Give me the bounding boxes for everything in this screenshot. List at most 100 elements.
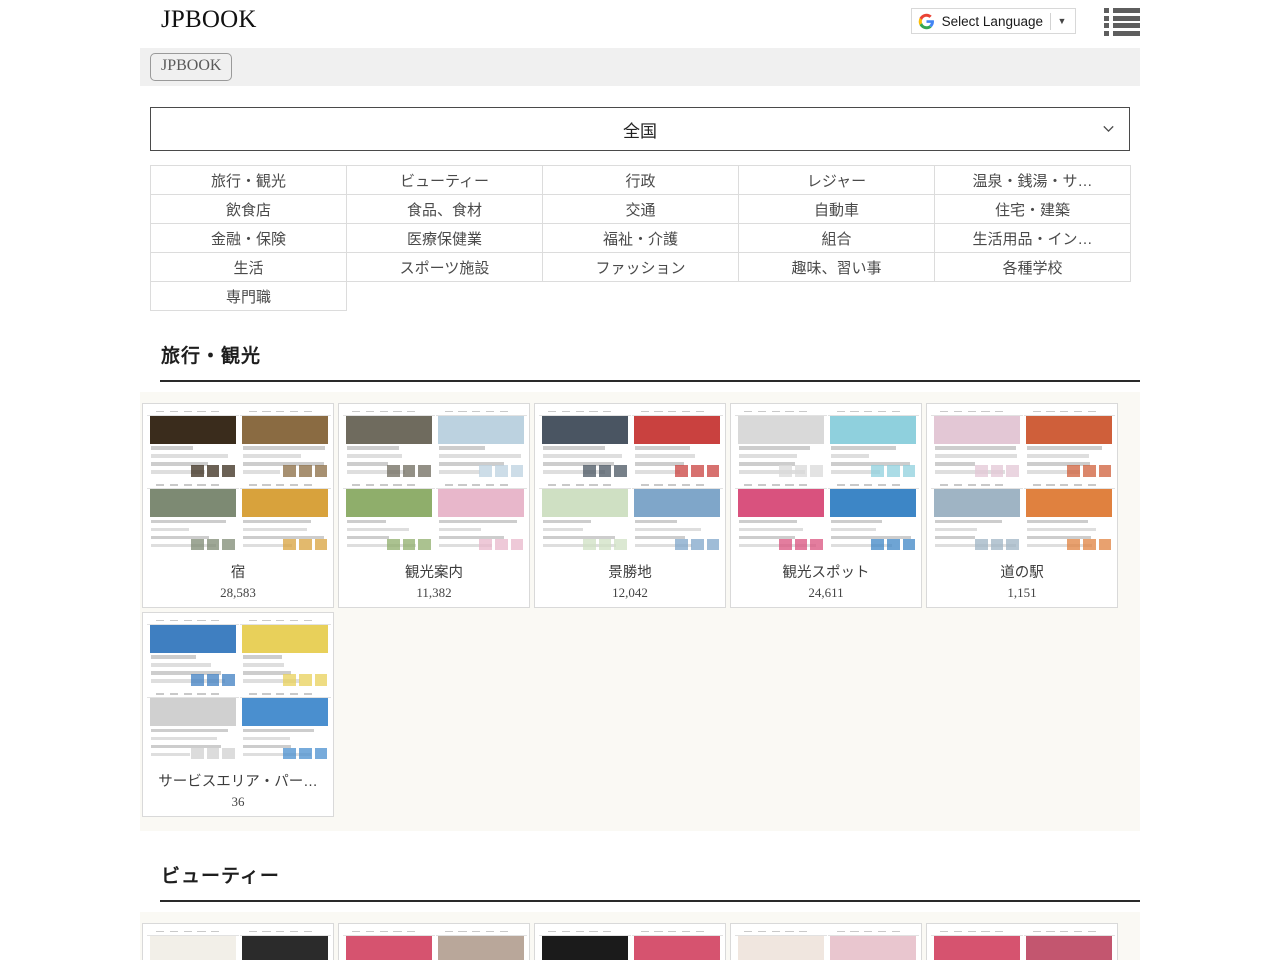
- card-thumbnail: [632, 928, 724, 960]
- category-cell[interactable]: 生活用品・イン…: [935, 224, 1131, 253]
- breadcrumb: JPBOOK: [140, 48, 1140, 86]
- sections-root: 旅行・観光宿28,583観光案内11,382景勝地12,042観光スポット24,…: [0, 311, 1280, 960]
- thumbnail-website-preview: [1024, 482, 1116, 555]
- thumbnail-website-preview: [240, 482, 332, 555]
- card-thumbnail: [147, 691, 239, 764]
- category-card[interactable]: [142, 923, 334, 960]
- thumbnail-website-preview: [436, 928, 528, 960]
- category-cell[interactable]: 交通: [543, 195, 739, 224]
- card-title: 景勝地: [539, 561, 721, 582]
- category-cell[interactable]: ファッション: [543, 253, 739, 282]
- thumbnail-website-preview: [147, 617, 239, 690]
- category-cell[interactable]: 食品、食材: [347, 195, 543, 224]
- thumbnail-website-preview: [931, 408, 1023, 481]
- card-thumbnail: [1024, 482, 1116, 555]
- category-section: ビューティー: [0, 831, 1280, 960]
- card-thumbnail: [735, 482, 827, 555]
- category-card[interactable]: サービスエリア・パー…36: [142, 612, 334, 817]
- category-card[interactable]: [338, 923, 530, 960]
- category-card[interactable]: 道の駅1,151: [926, 403, 1118, 608]
- card-thumbnail: [343, 928, 435, 960]
- category-row: 旅行・観光ビューティー行政レジャー温泉・銭湯・サ…: [151, 166, 1131, 195]
- category-cell[interactable]: 趣味、習い事: [739, 253, 935, 282]
- card-thumbnail: [240, 617, 332, 690]
- card-thumbnail: [436, 482, 528, 555]
- card-thumbnail: [240, 482, 332, 555]
- card-thumbnail: [931, 482, 1023, 555]
- card-thumbnail: [343, 408, 435, 481]
- category-cell[interactable]: 専門職: [151, 282, 347, 311]
- page-root: JPBOOK Select Language ▼: [0, 0, 1280, 960]
- section-divider: [160, 900, 1140, 902]
- region-select-value: 全国: [623, 117, 657, 142]
- thumbnail-website-preview: [828, 928, 920, 960]
- translate-caret-icon[interactable]: ▼: [1051, 8, 1073, 34]
- menu-square: [1104, 23, 1109, 28]
- thumbnail-website-preview: [735, 408, 827, 481]
- category-table-wrap: 旅行・観光ビューティー行政レジャー温泉・銭湯・サ…飲食店食品、食材交通自動車住宅…: [0, 151, 1280, 311]
- menu-bar: [1113, 23, 1140, 28]
- category-card[interactable]: [926, 923, 1118, 960]
- category-section: 旅行・観光宿28,583観光案内11,382景勝地12,042観光スポット24,…: [0, 311, 1280, 831]
- thumbnail-website-preview: [632, 408, 724, 481]
- category-cell[interactable]: 各種学校: [935, 253, 1131, 282]
- category-cell[interactable]: 生活: [151, 253, 347, 282]
- category-card[interactable]: [730, 923, 922, 960]
- thumbnail-website-preview: [735, 482, 827, 555]
- thumbnail-website-preview: [931, 928, 1023, 960]
- site-brand[interactable]: JPBOOK: [161, 6, 257, 34]
- card-count: 1,151: [931, 585, 1113, 601]
- thumbnail-website-preview: [147, 408, 239, 481]
- category-card[interactable]: 宿28,583: [142, 403, 334, 608]
- menu-row: [1104, 31, 1140, 36]
- category-table: 旅行・観光ビューティー行政レジャー温泉・銭湯・サ…飲食店食品、食材交通自動車住宅…: [150, 165, 1131, 311]
- menu-row: [1104, 16, 1140, 21]
- list-menu-icon[interactable]: [1104, 6, 1140, 36]
- category-cell[interactable]: 福祉・介護: [543, 224, 739, 253]
- card-thumbnail: [343, 482, 435, 555]
- menu-bar: [1113, 8, 1140, 13]
- card-thumbnail-grid: [735, 928, 919, 960]
- category-cell-empty: [739, 282, 935, 311]
- region-select[interactable]: 全国: [150, 107, 1130, 151]
- region-select-wrap: 全国: [0, 86, 1280, 151]
- category-cell[interactable]: 行政: [543, 166, 739, 195]
- thumbnail-website-preview: [436, 408, 528, 481]
- category-card[interactable]: 景勝地12,042: [534, 403, 726, 608]
- category-cell[interactable]: 飲食店: [151, 195, 347, 224]
- category-cell-empty: [935, 282, 1131, 311]
- thumbnail-website-preview: [1024, 408, 1116, 481]
- breadcrumb-item-jpbook[interactable]: JPBOOK: [150, 53, 232, 80]
- category-cell[interactable]: ビューティー: [347, 166, 543, 195]
- card-count: 24,611: [735, 585, 917, 601]
- menu-square: [1104, 8, 1109, 13]
- card-count: 36: [147, 794, 329, 810]
- category-card[interactable]: [534, 923, 726, 960]
- category-cell[interactable]: スポーツ施設: [347, 253, 543, 282]
- thumbnail-website-preview: [240, 928, 332, 960]
- google-translate-widget[interactable]: Select Language ▼: [911, 8, 1076, 34]
- thumbnail-website-preview: [1024, 928, 1116, 960]
- thumbnail-website-preview: [240, 408, 332, 481]
- category-cell[interactable]: 組合: [739, 224, 935, 253]
- category-cell[interactable]: レジャー: [739, 166, 935, 195]
- card-thumbnail: [240, 928, 332, 960]
- card-thumbnail: [735, 928, 827, 960]
- category-cell[interactable]: 医療保健業: [347, 224, 543, 253]
- card-thumbnail-grid: [735, 408, 919, 554]
- category-cell[interactable]: 旅行・観光: [151, 166, 347, 195]
- card-thumbnail: [539, 928, 631, 960]
- category-card[interactable]: 観光スポット24,611: [730, 403, 922, 608]
- category-cell[interactable]: 温泉・銭湯・サ…: [935, 166, 1131, 195]
- card-thumbnail-grid: [931, 408, 1115, 554]
- category-cell[interactable]: 自動車: [739, 195, 935, 224]
- card-grid: [140, 912, 1140, 960]
- category-cell[interactable]: 金融・保険: [151, 224, 347, 253]
- thumbnail-website-preview: [931, 482, 1023, 555]
- card-thumbnail: [828, 482, 920, 555]
- card-thumbnail-grid: [343, 928, 527, 960]
- category-card[interactable]: 観光案内11,382: [338, 403, 530, 608]
- thumbnail-website-preview: [828, 482, 920, 555]
- menu-row: [1104, 23, 1140, 28]
- category-cell[interactable]: 住宅・建築: [935, 195, 1131, 224]
